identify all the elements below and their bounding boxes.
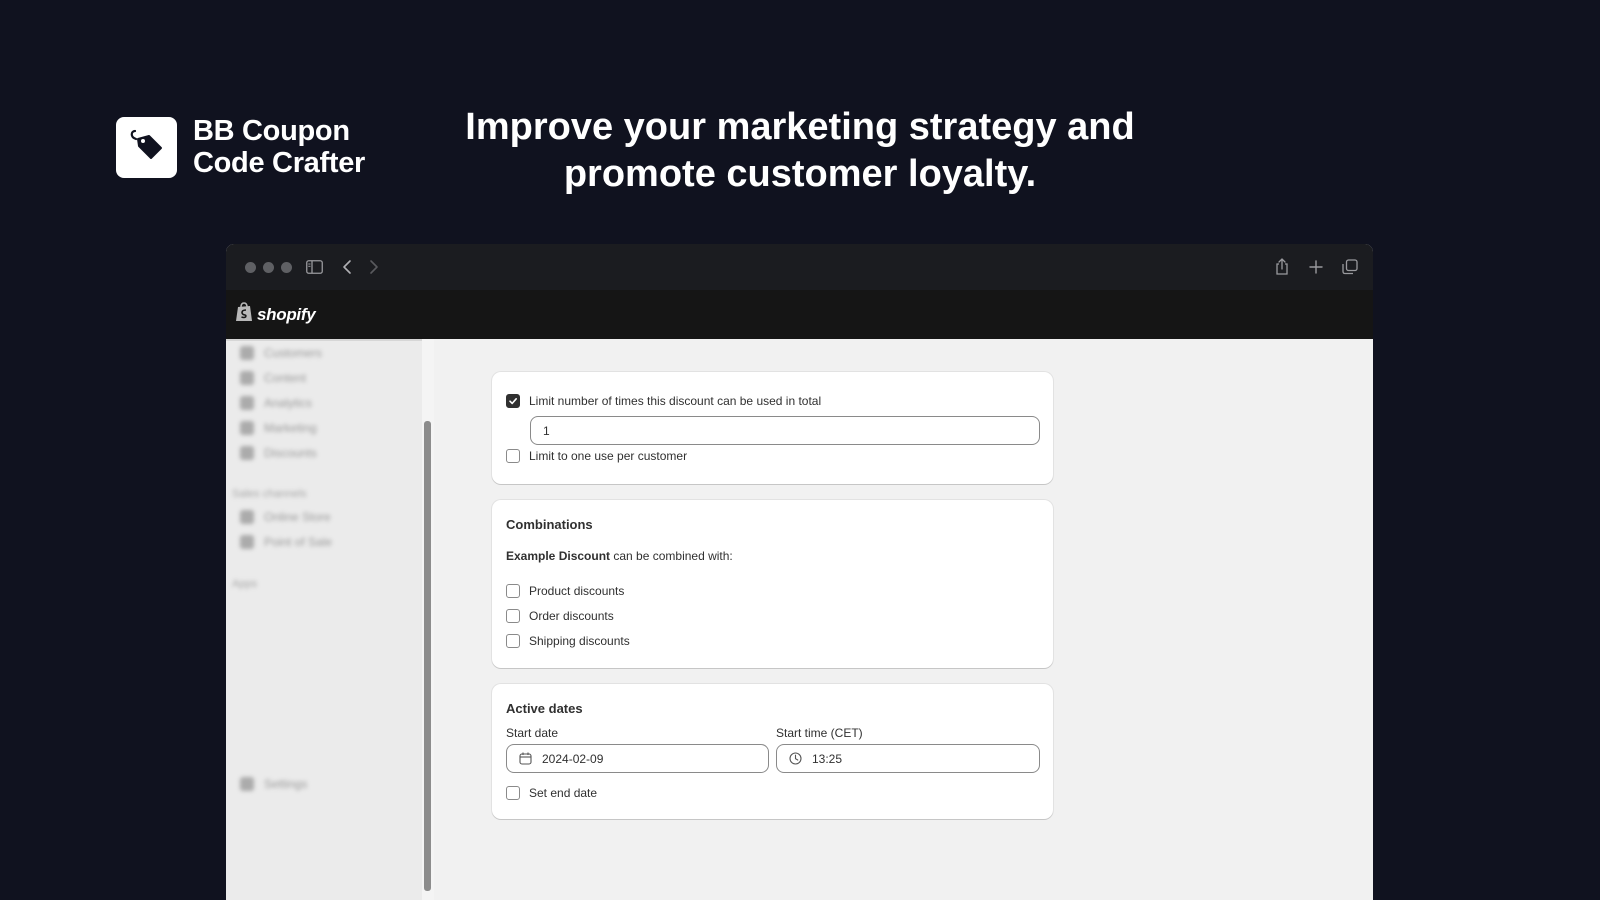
- shopify-bag-icon: [235, 302, 253, 327]
- sidebar-item-label: Settings: [264, 777, 308, 791]
- combinations-card: Combinations Example Discount can be com…: [492, 500, 1053, 668]
- sidebar-item-customers[interactable]: Customers: [240, 346, 322, 360]
- start-time-field[interactable]: [776, 744, 1040, 773]
- sidebar-item-label: Customers: [264, 346, 323, 360]
- combine-text: can be combined with:: [610, 549, 733, 563]
- browser-window: shopify Customers Content Analytics Mark…: [226, 244, 1373, 900]
- customers-icon: [240, 346, 254, 360]
- sidebar-item-label: Point of Sale: [264, 535, 333, 549]
- online-store-icon: [240, 510, 254, 524]
- limit-per-customer-checkbox-row[interactable]: Limit to one use per customer: [506, 449, 687, 463]
- start-date-label: Start date: [506, 726, 559, 740]
- window-controls: [245, 261, 292, 273]
- headline: Improve your marketing strategy and prom…: [465, 106, 1135, 195]
- order-discounts-checkbox[interactable]: [506, 609, 520, 623]
- tag-icon: [127, 125, 167, 170]
- content-icon: [240, 371, 254, 385]
- product-discounts-label: Product discounts: [529, 584, 625, 598]
- sales-channels-heading[interactable]: Sales channels: [232, 488, 307, 500]
- sidebar-item-content[interactable]: Content: [240, 371, 306, 385]
- usage-limits-card: Limit number of times this discount can …: [492, 372, 1053, 484]
- sidebar-item-discounts[interactable]: Discounts: [240, 446, 317, 460]
- discount-name: Example Discount: [506, 549, 611, 563]
- apps-heading[interactable]: Apps: [232, 578, 257, 590]
- combinations-title: Combinations: [506, 517, 593, 532]
- start-date-field[interactable]: [506, 744, 769, 773]
- sidebar-item-label: Discounts: [264, 446, 317, 460]
- tab-overview-icon[interactable]: [1342, 258, 1358, 276]
- sidebar-item-label: Marketing: [264, 421, 317, 435]
- sidebar-toggle-icon[interactable]: [306, 258, 323, 276]
- sidebar-scrollbar[interactable]: [422, 339, 434, 900]
- start-date-input[interactable]: [542, 751, 768, 766]
- sidebar-item-settings[interactable]: Settings: [240, 777, 307, 791]
- app-content: Customers Content Analytics Marketing Di…: [226, 339, 1373, 900]
- shipping-discounts-checkbox-row[interactable]: Shipping discounts: [506, 634, 630, 648]
- sidebar-item-label: Content: [264, 371, 307, 385]
- discounts-icon: [240, 446, 254, 460]
- limit-per-customer-checkbox[interactable]: [506, 449, 520, 463]
- clock-icon: [789, 752, 802, 765]
- new-tab-icon[interactable]: [1309, 258, 1323, 276]
- limit-per-customer-label: Limit to one use per customer: [529, 449, 688, 463]
- sidebar-item-online-store[interactable]: Online Store: [240, 510, 331, 524]
- order-discounts-checkbox-row[interactable]: Order discounts: [506, 609, 614, 623]
- active-dates-card: Active dates Start date Start time (CET)…: [492, 684, 1053, 819]
- combinations-description: Example Discount can be combined with:: [506, 549, 733, 563]
- browser-titlebar: [226, 244, 1373, 290]
- calendar-icon: [519, 752, 532, 765]
- sidebar-item-analytics[interactable]: Analytics: [240, 396, 312, 410]
- product-discounts-checkbox-row[interactable]: Product discounts: [506, 584, 624, 598]
- order-discounts-label: Order discounts: [529, 609, 614, 623]
- sidebar-item-label: Analytics: [264, 396, 313, 410]
- sidebar-item-marketing[interactable]: Marketing: [240, 421, 317, 435]
- set-end-date-checkbox-row[interactable]: Set end date: [506, 786, 597, 800]
- sidebar-scrollbar-thumb[interactable]: [424, 421, 431, 891]
- start-time-label: Start time (CET): [776, 726, 863, 740]
- limit-total-label: Limit number of times this discount can …: [529, 394, 822, 408]
- maximize-window-button[interactable]: [281, 261, 292, 273]
- active-dates-title: Active dates: [506, 701, 583, 716]
- limit-total-checkbox[interactable]: [506, 394, 520, 408]
- sidebar-item-label: Online Store: [264, 510, 331, 524]
- product-discounts-checkbox[interactable]: [506, 584, 520, 598]
- forward-icon[interactable]: [369, 258, 379, 276]
- sidebar-item-point-of-sale[interactable]: Point of Sale: [240, 535, 332, 549]
- brand-name-line2: Code Crafter: [193, 147, 366, 179]
- minimize-window-button[interactable]: [263, 261, 274, 273]
- point-of-sale-icon: [240, 535, 254, 549]
- share-icon[interactable]: [1275, 258, 1289, 276]
- brand-logo: [116, 116, 177, 178]
- back-icon[interactable]: [342, 258, 352, 276]
- close-window-button[interactable]: [245, 261, 256, 273]
- brand-name-line1: BB Coupon: [193, 115, 350, 147]
- shipping-discounts-checkbox[interactable]: [506, 634, 520, 648]
- analytics-icon: [240, 396, 254, 410]
- sidebar: Customers Content Analytics Marketing Di…: [226, 339, 422, 900]
- start-time-input[interactable]: [812, 751, 1039, 766]
- marketing-icon: [240, 421, 254, 435]
- set-end-date-checkbox[interactable]: [506, 786, 520, 800]
- checkmark-icon: [509, 398, 517, 405]
- shopify-header: shopify: [226, 290, 1373, 339]
- brand-name: BB Coupon Code Crafter: [193, 115, 365, 179]
- shipping-discounts-label: Shipping discounts: [529, 634, 630, 648]
- brand: BB Coupon Code Crafter: [116, 115, 365, 179]
- limit-total-checkbox-row[interactable]: Limit number of times this discount can …: [506, 394, 821, 408]
- settings-icon: [240, 777, 254, 791]
- usage-limit-field[interactable]: [530, 416, 1040, 445]
- set-end-date-label: Set end date: [529, 786, 598, 800]
- shopify-wordmark: shopify: [257, 304, 316, 324]
- usage-limit-input[interactable]: [543, 423, 1039, 438]
